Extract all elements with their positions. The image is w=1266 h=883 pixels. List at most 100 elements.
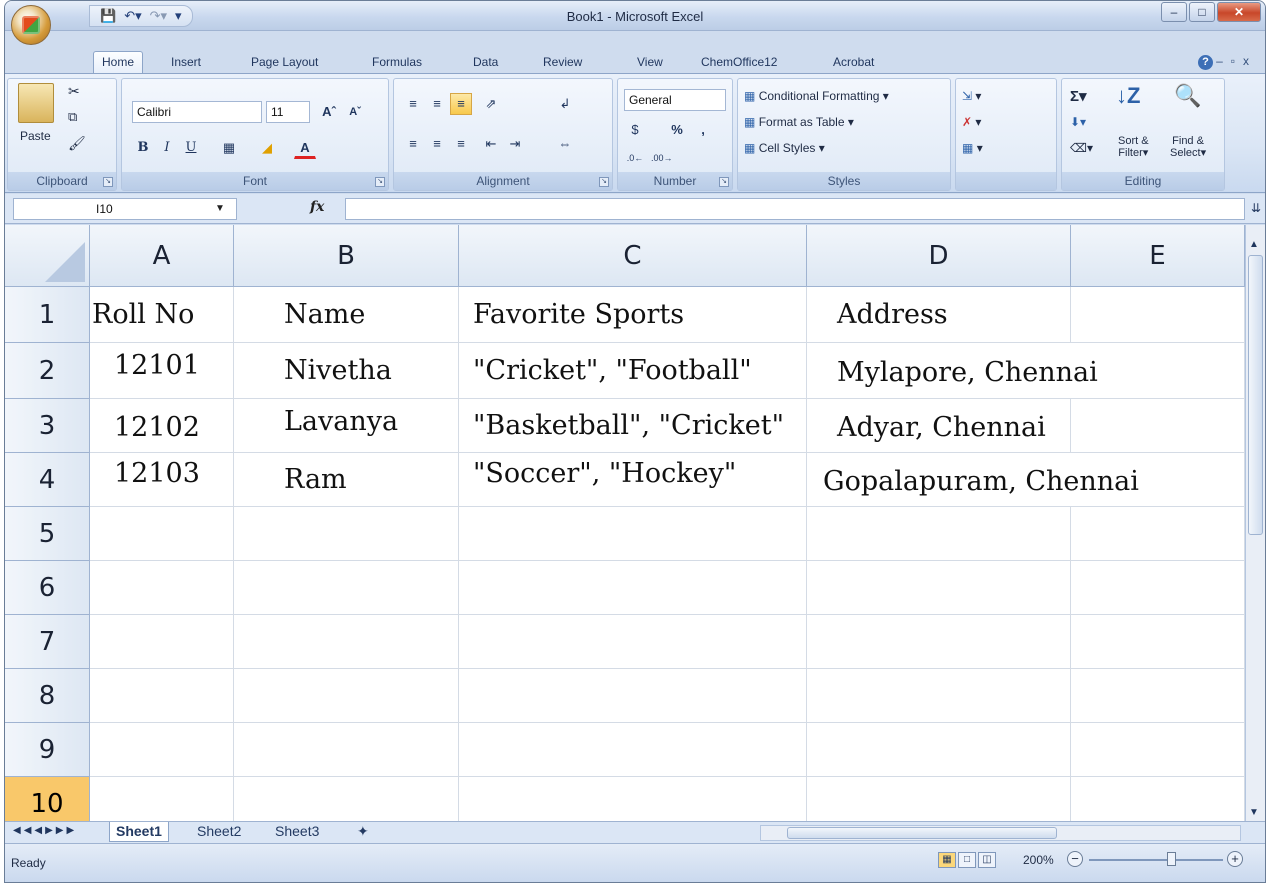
cell-e1[interactable] xyxy=(1071,287,1245,343)
vertical-scrollbar[interactable]: ▲ ▼ xyxy=(1245,225,1265,821)
cell-b3[interactable]: Lavanya xyxy=(234,399,459,453)
orientation-icon[interactable]: ⇗ xyxy=(480,93,502,115)
column-header-e[interactable]: E xyxy=(1071,225,1245,287)
tab-view[interactable]: View xyxy=(637,55,663,69)
cell-e6[interactable] xyxy=(1071,561,1245,615)
name-box[interactable]: I10 xyxy=(13,198,237,220)
sheet-tab-sheet1[interactable]: Sheet1 xyxy=(109,822,169,842)
normal-view-icon[interactable]: ▦ xyxy=(938,852,956,868)
cell-c5[interactable] xyxy=(459,507,807,561)
cell-d5[interactable] xyxy=(807,507,1071,561)
save-icon[interactable]: 💾 xyxy=(100,8,116,24)
merge-center-icon[interactable]: ⇔ xyxy=(554,133,576,155)
cell-a3[interactable]: 12102 xyxy=(90,399,234,453)
sort-filter-icon[interactable]: ↓Z xyxy=(1116,83,1140,109)
tab-page-layout[interactable]: Page Layout xyxy=(251,55,318,69)
horizontal-scrollbar[interactable] xyxy=(760,825,1241,841)
cell-d10[interactable] xyxy=(807,777,1071,821)
cell-styles-button[interactable]: ▦ Cell Styles ▾ xyxy=(744,141,825,155)
grow-font-icon[interactable]: Aˆ xyxy=(318,101,340,123)
borders-icon[interactable]: ▦ xyxy=(218,137,240,159)
cell-b9[interactable] xyxy=(234,723,459,777)
page-break-view-icon[interactable]: ◫ xyxy=(978,852,996,868)
cell-b2[interactable]: Nivetha xyxy=(234,343,459,399)
shrink-font-icon[interactable]: Aˇ xyxy=(344,101,366,123)
cell-c9[interactable] xyxy=(459,723,807,777)
tab-insert[interactable]: Insert xyxy=(171,55,201,69)
cell-c7[interactable] xyxy=(459,615,807,669)
column-header-d[interactable]: D xyxy=(807,225,1071,287)
undo-icon[interactable]: ↶▾ xyxy=(124,8,141,24)
tab-chemoffice12[interactable]: ChemOffice12 xyxy=(701,55,777,69)
cell-c6[interactable] xyxy=(459,561,807,615)
cell-e10[interactable] xyxy=(1071,777,1245,821)
format-cells-button[interactable]: ▦ ▾ xyxy=(962,141,983,155)
close-button[interactable]: ✕ xyxy=(1217,2,1261,22)
cell-d6[interactable] xyxy=(807,561,1071,615)
select-all-button[interactable] xyxy=(5,225,90,287)
cell-a7[interactable] xyxy=(90,615,234,669)
office-button[interactable] xyxy=(11,5,51,45)
cell-a1[interactable]: Roll No xyxy=(90,287,234,343)
row-header-3[interactable]: 3 xyxy=(5,399,90,453)
row-header-2[interactable]: 2 xyxy=(5,343,90,399)
percent-icon[interactable]: % xyxy=(666,119,688,141)
copy-icon[interactable]: ⧉ xyxy=(68,109,77,125)
cell-e3[interactable] xyxy=(1071,399,1245,453)
cell-e2[interactable] xyxy=(1071,343,1245,399)
tab-review[interactable]: Review xyxy=(543,55,582,69)
customize-qat-icon[interactable]: ▾ xyxy=(175,8,182,24)
comma-icon[interactable]: , xyxy=(692,119,714,141)
number-launcher-icon[interactable]: ↘ xyxy=(719,177,729,187)
cell-d9[interactable] xyxy=(807,723,1071,777)
cell-a8[interactable] xyxy=(90,669,234,723)
cell-e8[interactable] xyxy=(1071,669,1245,723)
cell-a9[interactable] xyxy=(90,723,234,777)
cell-e5[interactable] xyxy=(1071,507,1245,561)
fill-color-icon[interactable]: ◢ xyxy=(256,137,278,159)
cell-b1[interactable]: Name xyxy=(234,287,459,343)
cell-e9[interactable] xyxy=(1071,723,1245,777)
maximize-button[interactable]: □ xyxy=(1189,2,1215,22)
cell-d7[interactable] xyxy=(807,615,1071,669)
conditional-formatting-button[interactable]: ▦ Conditional Formatting ▾ xyxy=(744,89,889,103)
currency-icon[interactable]: $ xyxy=(624,119,646,141)
decrease-decimal-icon[interactable]: .00→ xyxy=(650,147,673,169)
column-header-a[interactable]: A xyxy=(90,225,234,287)
cell-a4[interactable]: 12103 xyxy=(90,453,234,507)
cell-a2[interactable]: 12101 xyxy=(90,343,234,399)
delete-cells-button[interactable]: ✗ ▾ xyxy=(962,115,981,129)
cell-e4[interactable] xyxy=(1071,453,1245,507)
sheet-tab-sheet2[interactable]: Sheet2 xyxy=(191,822,247,842)
insert-sheet-icon[interactable]: ✦ xyxy=(351,822,375,842)
cell-d1[interactable]: Address xyxy=(807,287,1071,343)
row-header-1[interactable]: 1 xyxy=(5,287,90,343)
underline-icon[interactable]: U xyxy=(180,137,202,159)
row-header-10[interactable]: 10 xyxy=(5,777,90,821)
row-header-8[interactable]: 8 xyxy=(5,669,90,723)
center-icon[interactable]: ≡ xyxy=(426,133,448,155)
cell-b4[interactable]: Ram xyxy=(234,453,459,507)
sheet-tab-sheet3[interactable]: Sheet3 xyxy=(269,822,325,842)
redo-icon[interactable]: ↷▾ xyxy=(150,8,167,24)
italic-icon[interactable]: I xyxy=(156,137,178,159)
cell-c4[interactable]: "Soccer", "Hockey" xyxy=(459,453,807,507)
align-left-icon[interactable]: ≡ xyxy=(402,133,424,155)
expand-formula-bar-icon[interactable]: ⇊ xyxy=(1251,201,1261,215)
insert-function-icon[interactable]: fx xyxy=(310,199,324,215)
column-header-c[interactable]: C xyxy=(459,225,807,287)
font-color-icon[interactable]: A xyxy=(294,137,316,159)
cut-icon[interactable]: ✂ xyxy=(68,83,80,100)
cell-d8[interactable] xyxy=(807,669,1071,723)
cell-a6[interactable] xyxy=(90,561,234,615)
cell-a5[interactable] xyxy=(90,507,234,561)
row-header-9[interactable]: 9 xyxy=(5,723,90,777)
tab-acrobat[interactable]: Acrobat xyxy=(833,55,874,69)
sort-filter-button[interactable]: Sort & Filter▾ xyxy=(1118,135,1149,159)
row-header-5[interactable]: 5 xyxy=(5,507,90,561)
zoom-in-icon[interactable]: + xyxy=(1227,851,1243,867)
page-layout-view-icon[interactable]: □ xyxy=(958,852,976,868)
wrap-text-icon[interactable]: ↲ xyxy=(554,93,576,115)
number-format-box[interactable]: General xyxy=(624,89,726,111)
cell-b6[interactable] xyxy=(234,561,459,615)
